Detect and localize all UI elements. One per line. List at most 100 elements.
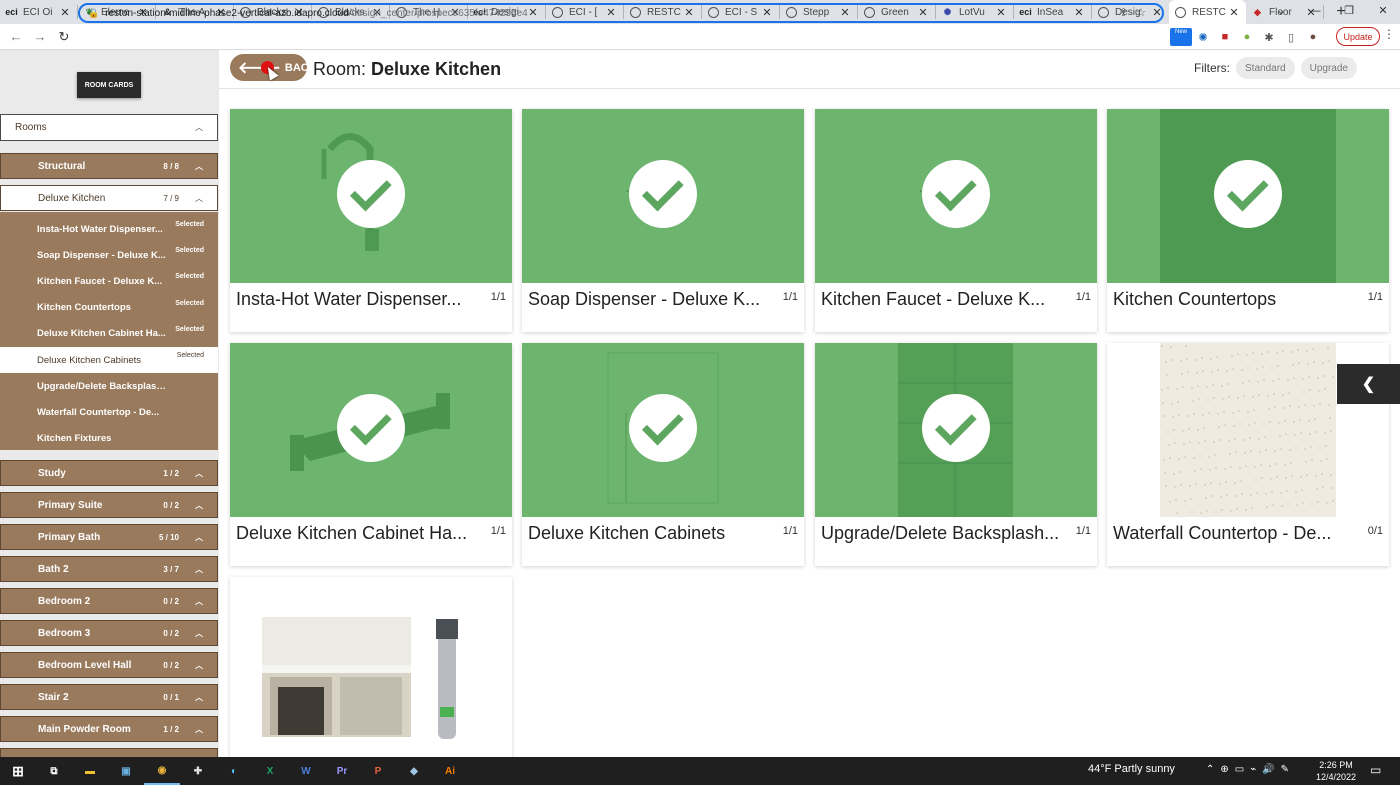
option-card[interactable]: Insta-Hot Water Dispenser... 1/1 bbox=[230, 109, 512, 332]
slack-icon[interactable]: ✚ bbox=[180, 757, 216, 785]
sidepanel-icon[interactable]: ▯ bbox=[1280, 31, 1302, 44]
app-icon[interactable]: ◆ bbox=[396, 757, 432, 785]
powerpoint-icon[interactable]: P bbox=[360, 757, 396, 785]
browser-menu-icon[interactable]: ⋮ bbox=[1383, 27, 1395, 41]
share-star-icons[interactable]: ⇪☆ bbox=[1119, 6, 1154, 19]
room-name: Study bbox=[38, 467, 66, 479]
extension-new-icon[interactable]: New bbox=[1170, 28, 1192, 46]
excel-icon[interactable]: X bbox=[252, 757, 288, 785]
premiere-icon[interactable]: Pr bbox=[324, 757, 360, 785]
notification-icon[interactable]: ▭ bbox=[1370, 763, 1381, 777]
room-item[interactable]: Kitchen Countertops Selected bbox=[0, 295, 218, 321]
room-row[interactable]: Bedroom 3 0 / 2 ︿ bbox=[0, 620, 218, 646]
profile-avatar[interactable]: ● bbox=[1302, 31, 1324, 43]
rooms-dropdown[interactable]: Rooms ︿ bbox=[0, 114, 218, 141]
room-name: Main Powder Room bbox=[38, 723, 131, 735]
back-nav-icon[interactable]: ← bbox=[4, 29, 28, 44]
option-card[interactable]: Kitchen Countertops 1/1 bbox=[1107, 109, 1389, 332]
illustrator-icon[interactable]: Ai bbox=[432, 757, 468, 785]
chrome-icon[interactable]: ◉ bbox=[144, 757, 180, 785]
close-tab-icon[interactable]: ✕ bbox=[59, 6, 71, 19]
option-card[interactable] bbox=[230, 577, 512, 757]
selected-check-icon bbox=[922, 394, 990, 462]
chevron-up-icon: ︿ bbox=[195, 564, 203, 574]
room-row[interactable]: Structural 8 / 8 ︿ bbox=[0, 153, 218, 179]
room-count: 3 / 7 bbox=[163, 564, 179, 574]
option-card[interactable]: Upgrade/Delete Backsplash... 1/1 bbox=[815, 343, 1097, 566]
filters: Filters: Standard Upgrade bbox=[1194, 57, 1357, 79]
option-count: 1/1 bbox=[490, 291, 506, 303]
room-row[interactable]: Study 1 / 2 ︿ bbox=[0, 460, 218, 486]
restore-button[interactable]: ❐ bbox=[1332, 0, 1366, 24]
option-card[interactable]: · MA FT · Kitchen Faucet - Deluxe K... 1/1 bbox=[815, 109, 1097, 332]
room-item[interactable]: Insta-Hot Water Dispenser... Selected bbox=[0, 216, 218, 242]
room-item-name: Soap Dispenser - Deluxe K... bbox=[37, 249, 166, 261]
forward-nav-icon[interactable]: → bbox=[28, 29, 52, 44]
room-row[interactable] bbox=[0, 748, 218, 757]
room-row[interactable]: Deluxe Kitchen 7 / 9 ︿ bbox=[0, 185, 218, 211]
remote-app-icon[interactable]: ◐ bbox=[216, 757, 252, 785]
room-item[interactable]: Kitchen Fixtures bbox=[0, 426, 218, 452]
room-name: Bedroom 3 bbox=[38, 627, 91, 639]
option-card[interactable]: Deluxe Kitchen Cabinets 1/1 bbox=[522, 343, 804, 566]
filter-upgrade-chip[interactable]: Upgrade bbox=[1300, 57, 1357, 79]
file-explorer-icon[interactable]: ▬ bbox=[72, 757, 108, 785]
option-image bbox=[230, 343, 512, 517]
room-name: Primary Bath bbox=[38, 531, 101, 543]
room-row[interactable]: Bedroom 2 0 / 2 ︿ bbox=[0, 588, 218, 614]
room-count: 0 / 2 bbox=[163, 500, 179, 510]
room-cards-button[interactable]: ROOM CARDS bbox=[77, 72, 141, 98]
room-row[interactable]: Primary Bath 5 / 10 ︿ bbox=[0, 524, 218, 550]
url-input[interactable]: 🔒 reston-station-midline-phase2-vertical… bbox=[78, 3, 1164, 23]
filter-standard-chip[interactable]: Standard bbox=[1236, 57, 1295, 79]
back-label: BACK bbox=[284, 61, 317, 74]
minimize-button[interactable]: — bbox=[1298, 0, 1332, 24]
tab-search-icon[interactable]: ⌄ bbox=[1264, 0, 1298, 24]
chevron-up-icon: ︿ bbox=[195, 468, 203, 478]
room-row[interactable]: Primary Suite 0 / 2 ︿ bbox=[0, 492, 218, 518]
room-item-name: Kitchen Countertops bbox=[37, 302, 131, 314]
task-view-icon[interactable]: ⧉ bbox=[36, 757, 72, 785]
browser-tab[interactable]: RESTC ✕ bbox=[1169, 0, 1246, 24]
room-item[interactable]: Deluxe Kitchen Cabinets Selected bbox=[0, 347, 218, 373]
room-item[interactable]: Deluxe Kitchen Cabinet Ha... Selected bbox=[0, 321, 218, 347]
extension-gear-icon[interactable]: ✺ bbox=[1192, 31, 1214, 44]
windows-start-icon[interactable]: ⊞ bbox=[0, 757, 36, 785]
word-icon[interactable]: W bbox=[288, 757, 324, 785]
system-tray-icons[interactable]: ⌃⊕▭⌁🔊✎ bbox=[1206, 764, 1295, 775]
extensions-puzzle-icon[interactable]: ✱ bbox=[1258, 31, 1280, 44]
close-window-button[interactable]: ✕ bbox=[1366, 0, 1400, 24]
room-item[interactable]: Waterfall Countertop - De... bbox=[0, 399, 218, 425]
browser-tab[interactable]: eci ECI Oi ✕ bbox=[0, 0, 77, 24]
extension-briefcase-icon[interactable]: ■ bbox=[1214, 31, 1236, 43]
deluxe-kitchen-items: Insta-Hot Water Dispenser... Selected Soap… bbox=[0, 212, 218, 450]
option-card[interactable]: · MA FT · Soap Dispenser - Deluxe K... 1/1 bbox=[522, 109, 804, 332]
sidebar: ROOM CARDS Rooms ︿ Structural 8 / 8 ︿ Delux… bbox=[0, 50, 219, 757]
weather-widget[interactable]: 44°F Partly sunny bbox=[1088, 763, 1175, 775]
room-item[interactable]: Soap Dispenser - Deluxe K... Selected bbox=[0, 242, 218, 268]
room-item[interactable]: Kitchen Faucet - Deluxe K... Selected bbox=[0, 268, 218, 294]
option-count: 1/1 bbox=[490, 525, 506, 537]
room-name: Structural bbox=[38, 160, 86, 172]
close-tab-icon[interactable]: ✕ bbox=[1228, 6, 1240, 19]
room-item-name: Waterfall Countertop - De... bbox=[37, 406, 160, 418]
control-panel-icon[interactable]: ▣ bbox=[108, 757, 144, 785]
room-row[interactable]: Stair 2 0 / 1 ︿ bbox=[0, 684, 218, 710]
option-card[interactable]: Deluxe Kitchen Cabinet Ha... 1/1 bbox=[230, 343, 512, 566]
chevron-up-icon: ︿ bbox=[195, 596, 203, 606]
option-count: 1/1 bbox=[782, 525, 798, 537]
extension-android-icon[interactable]: ● bbox=[1236, 31, 1258, 43]
room-row[interactable]: Bath 2 3 / 7 ︿ bbox=[0, 556, 218, 582]
eci-favicon-icon: eci bbox=[5, 7, 18, 17]
clock[interactable]: 2:26 PM 12/4/2022 bbox=[1316, 759, 1356, 783]
option-count: 0/1 bbox=[1367, 525, 1383, 537]
room-item[interactable]: Upgrade/Delete Backsplash... bbox=[0, 373, 218, 399]
reload-icon[interactable]: ↻ bbox=[52, 29, 76, 45]
collapse-panel-button[interactable]: ❮ bbox=[1337, 364, 1400, 404]
update-button[interactable]: Update bbox=[1336, 27, 1380, 46]
room-row[interactable]: Bedroom Level Hall 0 / 2 ︿ bbox=[0, 652, 218, 678]
room-item-name: Deluxe Kitchen Cabinet Ha... bbox=[37, 328, 166, 340]
room-row[interactable]: Main Powder Room 1 / 2 ︿ bbox=[0, 716, 218, 742]
windows-taskbar: ⊞ ⧉ ▬ ▣ ◉ ✚ ◐ X W Pr P ◆ Ai 44°F Partly … bbox=[0, 757, 1400, 785]
room-count: 0 / 2 bbox=[163, 628, 179, 638]
